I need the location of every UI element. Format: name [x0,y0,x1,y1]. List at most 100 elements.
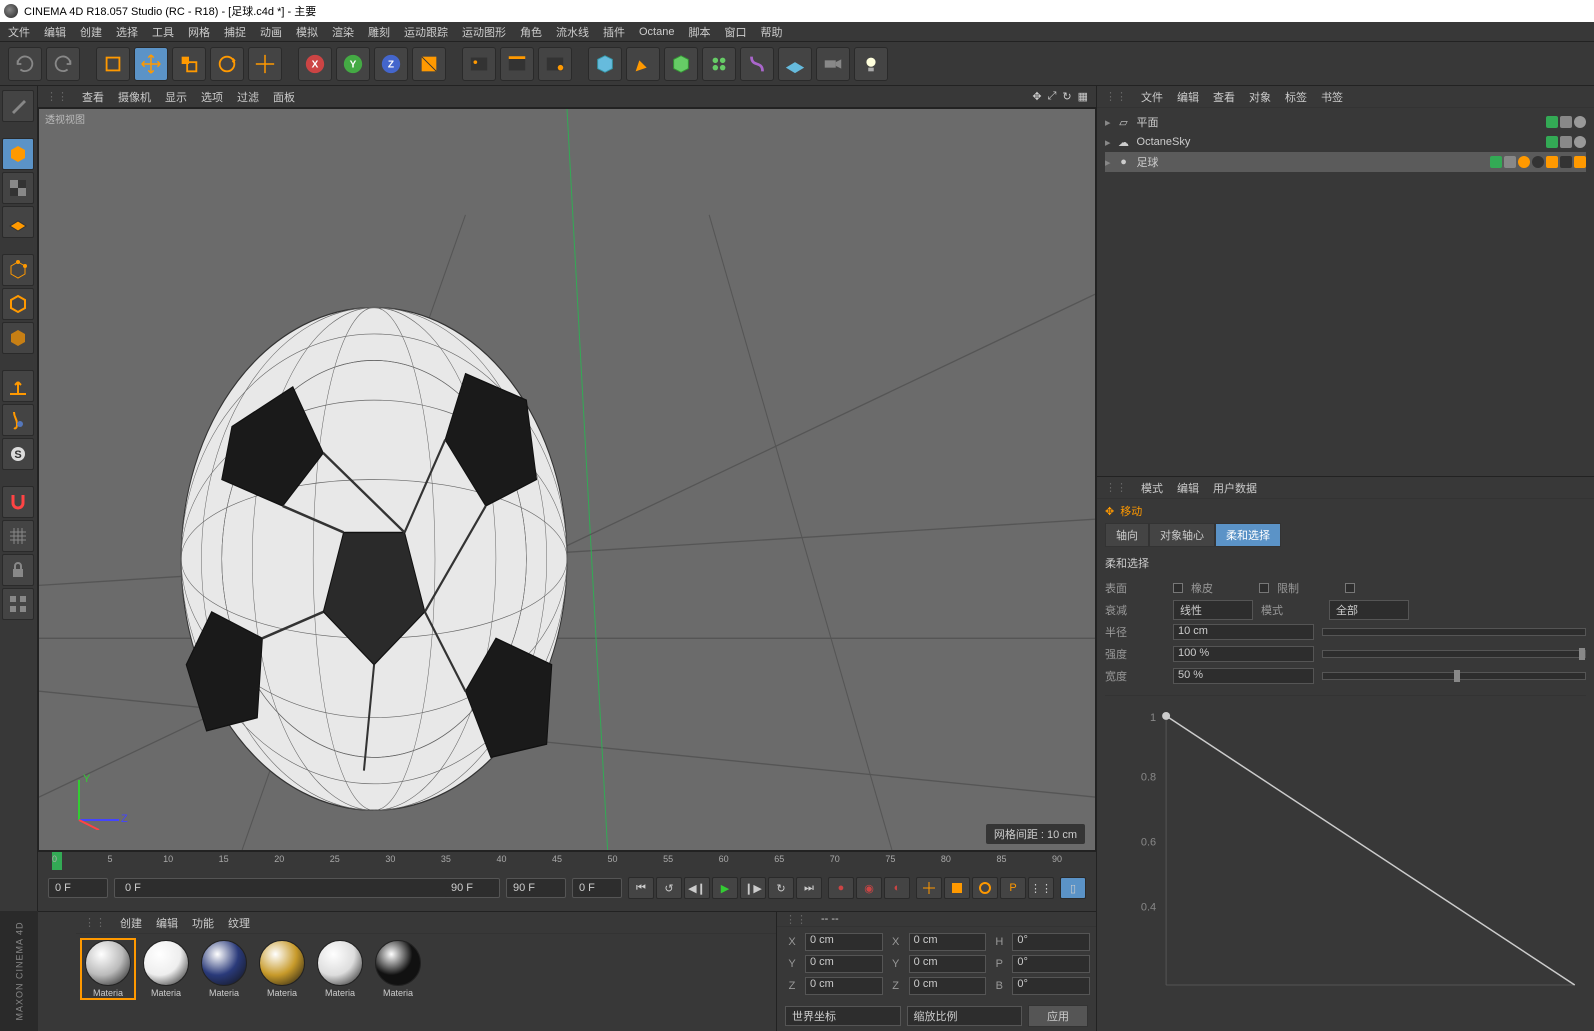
menu-file[interactable]: 文件 [8,24,30,40]
om-bookmark[interactable]: 书签 [1321,89,1343,105]
om-file[interactable]: 文件 [1141,89,1163,105]
om-object[interactable]: 对象 [1249,89,1271,105]
render-view-button[interactable] [462,47,496,81]
coord-sys-button[interactable] [412,47,446,81]
am-userdata[interactable]: 用户数据 [1213,480,1257,496]
material-item[interactable]: Materia [140,940,192,998]
render-tag[interactable] [1560,116,1572,128]
menu-pipeline[interactable]: 流水线 [556,24,589,40]
om-tags[interactable]: 标签 [1285,89,1307,105]
cube-primitive-button[interactable] [588,47,622,81]
axis-button[interactable] [2,370,34,402]
x-axis-button[interactable]: X [298,47,332,81]
menu-mograph[interactable]: 运动图形 [462,24,506,40]
key-param-button[interactable]: P [1000,877,1026,899]
coord-field[interactable]: 0° [1012,955,1090,973]
radius-field[interactable]: 10 cm [1173,624,1314,640]
menu-track[interactable]: 运动跟踪 [404,24,448,40]
visibility-tag[interactable] [1546,116,1558,128]
key-opts-button[interactable]: ⋮⋮ [1028,877,1054,899]
timeline-scrub[interactable]: 0 F 90 F [114,878,500,898]
goto-end-button[interactable]: ⏭ [796,877,822,899]
width-field[interactable]: 50 % [1173,668,1314,684]
timeline-layout-button[interactable]: ▯ [1060,877,1086,899]
strength-field[interactable]: 100 % [1173,646,1314,662]
menu-sculpt[interactable]: 雕刻 [368,24,390,40]
nurbs-button[interactable] [664,47,698,81]
radius-slider[interactable] [1322,628,1586,636]
coord-field[interactable]: 0° [1012,977,1090,995]
light-button[interactable] [854,47,888,81]
mode-combo[interactable]: 全部 [1329,600,1409,620]
coord-field[interactable]: 0 cm [909,933,987,951]
menu-script[interactable]: 脚本 [688,24,710,40]
tag[interactable] [1574,136,1586,148]
record-button[interactable]: ● [828,877,854,899]
falloff-combo[interactable]: 线性 [1173,600,1253,620]
point-mode-button[interactable] [2,254,34,286]
coord-field[interactable]: 0° [1012,933,1090,951]
coord-field[interactable]: 0 cm [909,955,987,973]
material-item[interactable]: Materia [256,940,308,998]
poly-mode-button[interactable] [2,322,34,354]
play-button[interactable]: ▶ [712,877,738,899]
rubber-check[interactable] [1259,583,1269,593]
vm-display[interactable]: 显示 [165,89,187,105]
tag[interactable] [1574,116,1586,128]
deformer-button[interactable] [740,47,774,81]
camera-button[interactable] [816,47,850,81]
magnet-button[interactable] [2,486,34,518]
object-row[interactable]: ▸ ☁ OctaneSky [1105,132,1586,152]
material-item[interactable]: Materia [372,940,424,998]
render-pv-button[interactable] [500,47,534,81]
scale-button[interactable] [172,47,206,81]
coord-field[interactable]: 0 cm [805,977,883,995]
object-row[interactable]: ▸ ▱ 平面 [1105,112,1586,132]
goto-start-button[interactable]: ⏮ [628,877,654,899]
attr-tab[interactable]: 柔和选择 [1215,523,1281,547]
menu-help[interactable]: 帮助 [760,24,782,40]
redo-button[interactable] [46,47,80,81]
vp-layout-icon[interactable]: ▦ [1078,90,1088,103]
menu-create[interactable]: 创建 [80,24,102,40]
last-tool-button[interactable] [248,47,282,81]
vp-rotate-icon[interactable]: ↻ [1062,90,1071,103]
render-tag[interactable] [1504,156,1516,168]
material-item[interactable]: Materia [314,940,366,998]
strength-slider[interactable] [1322,650,1586,658]
menu-sim[interactable]: 模拟 [296,24,318,40]
key-move-button[interactable] [916,877,942,899]
array-button[interactable] [702,47,736,81]
lock-button[interactable] [2,554,34,586]
coord-field[interactable]: 0 cm [805,933,883,951]
menu-octane[interactable]: Octane [639,26,674,38]
material-item[interactable]: Materia [198,940,250,998]
vp-zoom-icon[interactable]: ⤢ [1048,90,1057,103]
menu-tools[interactable]: 工具 [152,24,174,40]
coord-system-combo[interactable]: 世界坐标 [785,1006,901,1026]
menu-snap[interactable]: 捕捉 [224,24,246,40]
menu-anim[interactable]: 动画 [260,24,282,40]
mat-menu-create[interactable]: 创建 [120,915,142,931]
edge-mode-button[interactable] [2,288,34,320]
menu-edit[interactable]: 编辑 [44,24,66,40]
snap-button[interactable]: S [2,438,34,470]
limit-check[interactable] [1345,583,1355,593]
make-editable-button[interactable] [2,90,34,122]
live-select-button[interactable] [96,47,130,81]
y-axis-button[interactable]: Y [336,47,370,81]
menu-mesh[interactable]: 网格 [188,24,210,40]
material-item[interactable]: Materia [82,940,134,998]
om-view[interactable]: 查看 [1213,89,1235,105]
move-button[interactable] [134,47,168,81]
model-mode-button[interactable] [2,138,34,170]
menu-char[interactable]: 角色 [520,24,542,40]
grid-snap-button[interactable] [2,588,34,620]
visibility-tag[interactable] [1490,156,1502,168]
am-mode[interactable]: 模式 [1141,480,1163,496]
menu-plugin[interactable]: 插件 [603,24,625,40]
vm-options[interactable]: 选项 [201,89,223,105]
z-axis-button[interactable]: Z [374,47,408,81]
tag[interactable] [1574,156,1586,168]
floor-button[interactable] [778,47,812,81]
